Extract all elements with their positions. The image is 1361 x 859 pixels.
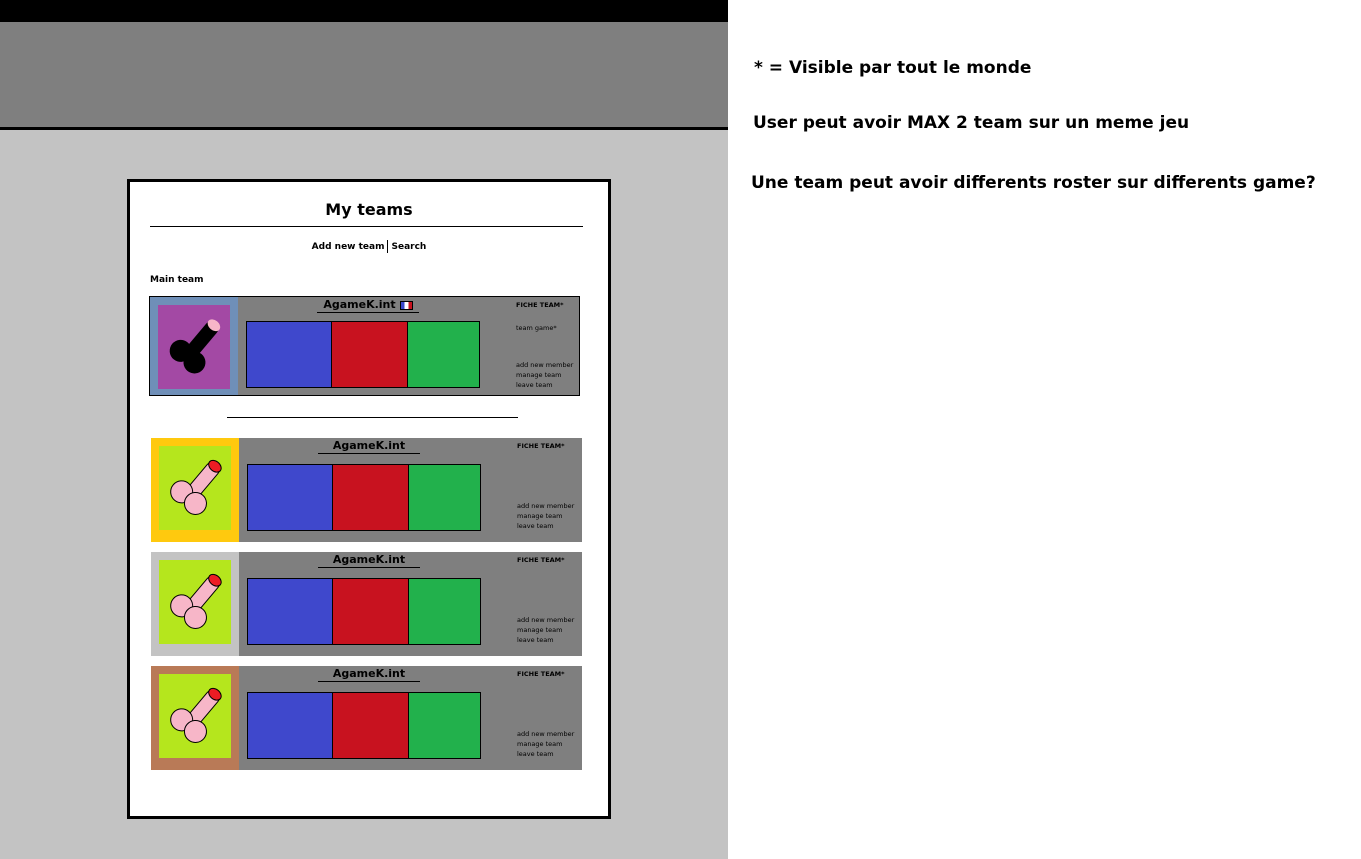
flag-fr-icon (399, 300, 413, 310)
top-bar (0, 0, 728, 22)
roster-slot-blue[interactable] (248, 693, 333, 758)
roster-slot-red[interactable] (333, 579, 409, 644)
team-logo-frame (151, 552, 239, 656)
leave-team-link[interactable]: leave team (517, 749, 574, 759)
fiche-team-link[interactable]: FICHE TEAM* (517, 441, 565, 451)
team-roster (247, 464, 481, 531)
actions-divider (387, 240, 389, 253)
manage-team-link[interactable]: manage team (517, 625, 574, 635)
team-logo-icon (159, 560, 231, 644)
note-max-teams: User peut avoir MAX 2 team sur un meme j… (753, 113, 1190, 133)
team-logo-icon (159, 446, 231, 530)
team-game-link[interactable]: team game* (516, 323, 557, 333)
team-name[interactable]: AgameK.int (317, 298, 419, 313)
header-band (0, 22, 728, 130)
team-roster (247, 692, 481, 759)
team-card: AgameK.int FICHE TEAM* add new member ma… (151, 666, 582, 770)
team-actions-menu: add new member manage team leave team (517, 615, 574, 645)
title-divider (150, 226, 583, 227)
team-actions-menu: add new member manage team leave team (517, 501, 574, 531)
roster-slot-blue[interactable] (248, 579, 333, 644)
note-roster-question: Une team peut avoir differents roster su… (751, 173, 1316, 193)
add-member-link[interactable]: add new member (517, 729, 574, 739)
main-team-label: Main team (150, 275, 204, 285)
team-logo-frame (150, 297, 238, 395)
roster-slot-green[interactable] (409, 693, 480, 758)
leave-team-link[interactable]: leave team (517, 521, 574, 531)
leave-team-link[interactable]: leave team (517, 635, 574, 645)
add-member-link[interactable]: add new member (517, 501, 574, 511)
add-new-team-link[interactable]: Add new team (312, 242, 385, 252)
note-visibility: * = Visible par tout le monde (754, 58, 1032, 78)
section-divider (227, 417, 518, 418)
manage-team-link[interactable]: manage team (517, 739, 574, 749)
team-roster (246, 321, 480, 388)
roster-slot-green[interactable] (408, 322, 479, 387)
page-title: My teams (325, 200, 413, 219)
manage-team-link[interactable]: manage team (517, 511, 574, 521)
team-logo-frame (151, 438, 239, 542)
roster-slot-blue[interactable] (247, 322, 332, 387)
team-actions-menu: add new member manage team leave team (517, 729, 574, 759)
fiche-team-link[interactable]: FICHE TEAM* (517, 669, 565, 679)
my-teams-panel: My teams Add new team Search Main team Ag… (127, 179, 611, 819)
roster-slot-red[interactable] (332, 322, 408, 387)
team-logo-icon (158, 305, 230, 389)
team-name[interactable]: AgameK.int (318, 553, 420, 568)
leave-team-link[interactable]: leave team (516, 380, 573, 390)
manage-team-link[interactable]: manage team (516, 370, 573, 380)
roster-slot-blue[interactable] (248, 465, 333, 530)
team-card: AgameK.int FICHE TEAM* add new member ma… (151, 552, 582, 656)
roster-slot-green[interactable] (409, 579, 480, 644)
team-logo-icon (159, 674, 231, 758)
team-card: AgameK.int FICHE TEAM* add new member ma… (151, 438, 582, 542)
fiche-team-link[interactable]: FICHE TEAM* (516, 300, 564, 310)
search-link[interactable]: Search (391, 242, 426, 252)
roster-slot-green[interactable] (409, 465, 480, 530)
team-roster (247, 578, 481, 645)
team-logo-frame (151, 666, 239, 770)
team-actions-menu: add new member manage team leave team (516, 360, 573, 390)
roster-slot-red[interactable] (333, 693, 409, 758)
roster-slot-red[interactable] (333, 465, 409, 530)
main-team-card: AgameK.int FICHE TEAM* team game* add ne… (149, 296, 580, 396)
fiche-team-link[interactable]: FICHE TEAM* (517, 555, 565, 565)
add-member-link[interactable]: add new member (516, 360, 573, 370)
team-name[interactable]: AgameK.int (318, 667, 420, 682)
team-name[interactable]: AgameK.int (318, 439, 420, 454)
add-member-link[interactable]: add new member (517, 615, 574, 625)
team-actions: Add new team Search (130, 240, 608, 253)
